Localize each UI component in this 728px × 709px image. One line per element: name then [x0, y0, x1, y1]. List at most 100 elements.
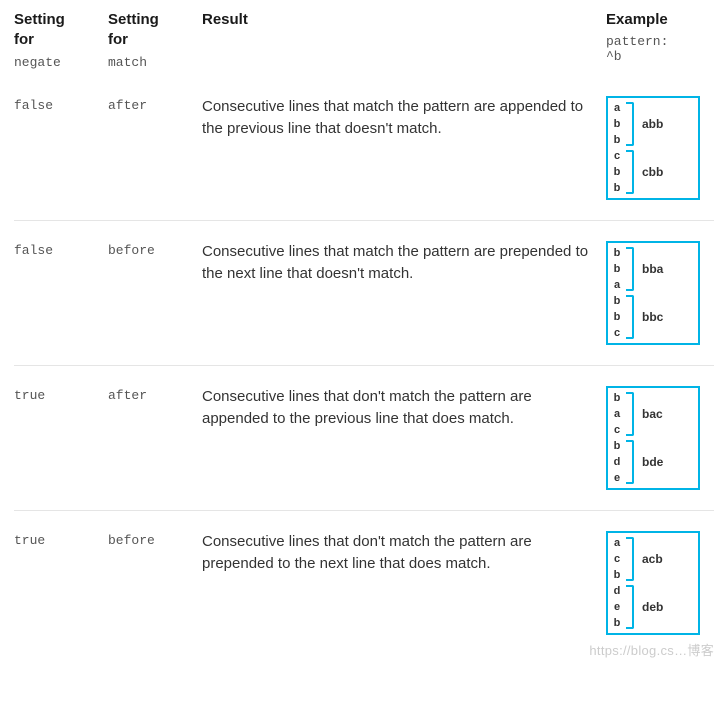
diagram-output-label: bbc [642, 310, 663, 324]
negate-value: false [14, 98, 53, 113]
diagram-input-char: b [608, 180, 626, 196]
diagram-input-char: d [608, 454, 626, 470]
cell-negate: true [14, 386, 108, 404]
header-result: Result [202, 10, 606, 70]
diagram-output-label: bde [642, 455, 663, 469]
example-diagram: acbdebacbdeb [606, 531, 700, 635]
diagram-input-char: c [608, 551, 626, 567]
diagram-input-char: b [608, 309, 626, 325]
diagram-bracket-column [626, 388, 636, 488]
cell-result: Consecutive lines that don't match the p… [202, 531, 606, 576]
diagram-input-char: e [608, 470, 626, 486]
diagram-input-column: bbabbc [608, 243, 626, 343]
table-body: false after Consecutive lines that match t… [14, 76, 714, 655]
diagram-input-char: b [608, 261, 626, 277]
bracket [626, 585, 634, 629]
diagram-input-char: c [608, 422, 626, 438]
header-negate-code: negate [14, 55, 108, 70]
result-text: Consecutive lines that don't match the p… [202, 531, 594, 576]
diagram-input-column: abbcbb [608, 98, 626, 198]
diagram-output-column: abb cbb [636, 98, 698, 198]
header-match-l1: Setting [108, 10, 202, 30]
cell-negate: false [14, 96, 108, 114]
diagram-input-column: acbdeb [608, 533, 626, 633]
cell-example: acbdebacbdeb [606, 531, 714, 635]
table-row: true after Consecutive lines that don't ma… [14, 366, 714, 511]
cell-negate: false [14, 241, 108, 259]
diagram-input-char: b [608, 567, 626, 583]
cell-result: Consecutive lines that match the pattern… [202, 241, 606, 286]
table-row: false before Consecutive lines that match … [14, 221, 714, 366]
header-negate: Setting for negate [14, 10, 108, 70]
negate-value: true [14, 533, 45, 548]
diagram-output-column: acb deb [636, 533, 698, 633]
diagram-input-char: a [608, 406, 626, 422]
bracket [626, 537, 634, 581]
header-match: Setting for match [108, 10, 202, 70]
cell-match: before [108, 241, 202, 259]
diagram-output-label: bac [642, 407, 663, 421]
bracket [626, 150, 634, 194]
cell-match: after [108, 96, 202, 114]
diagram-output-label: cbb [642, 165, 663, 179]
bracket [626, 440, 634, 484]
header-example: Example pattern: ^b [606, 10, 714, 70]
diagram-input-char: c [608, 148, 626, 164]
match-value: before [108, 243, 155, 258]
result-text: Consecutive lines that don't match the p… [202, 386, 594, 431]
diagram-input-char: b [608, 132, 626, 148]
diagram-input-char: b [608, 293, 626, 309]
diagram-output-label: abb [642, 117, 663, 131]
table-row: false after Consecutive lines that match t… [14, 76, 714, 221]
diagram-input-char: b [608, 116, 626, 132]
match-value: after [108, 98, 147, 113]
diagram-bracket-column [626, 98, 636, 198]
cell-result: Consecutive lines that don't match the p… [202, 386, 606, 431]
example-diagram: abbcbbabbcbb [606, 96, 700, 200]
header-example-code1: pattern: [606, 34, 714, 49]
header-negate-l2: for [14, 30, 108, 50]
cell-example: bbabbcbbabbc [606, 241, 714, 345]
diagram-input-char: b [608, 438, 626, 454]
bracket [626, 295, 634, 339]
bracket [626, 392, 634, 436]
cell-example: bacbdebacbde [606, 386, 714, 490]
diagram-input-char: e [608, 599, 626, 615]
header-result-label: Result [202, 10, 594, 30]
diagram-input-char: b [608, 615, 626, 631]
header-match-l2: for [108, 30, 202, 50]
cell-example: abbcbbabbcbb [606, 96, 714, 200]
diagram-input-column: bacbde [608, 388, 626, 488]
negate-value: true [14, 388, 45, 403]
diagram-input-char: c [608, 325, 626, 341]
diagram-bracket-column [626, 243, 636, 343]
negate-value: false [14, 243, 53, 258]
diagram-input-char: a [608, 277, 626, 293]
match-value: after [108, 388, 147, 403]
diagram-output-label: bba [642, 262, 663, 276]
match-value: before [108, 533, 155, 548]
diagram-bracket-column [626, 533, 636, 633]
table-row: true before Consecutive lines that don't m… [14, 511, 714, 655]
header-match-code: match [108, 55, 202, 70]
result-text: Consecutive lines that match the pattern… [202, 241, 594, 286]
cell-negate: true [14, 531, 108, 549]
bracket [626, 102, 634, 146]
bracket [626, 247, 634, 291]
cell-match: after [108, 386, 202, 404]
diagram-output-column: bba bbc [636, 243, 698, 343]
diagram-input-char: b [608, 390, 626, 406]
example-diagram: bacbdebacbde [606, 386, 700, 490]
diagram-output-column: bac bde [636, 388, 698, 488]
header-negate-l1: Setting [14, 10, 108, 30]
table-header: Setting for negate Setting for match Res… [14, 10, 714, 76]
result-text: Consecutive lines that match the pattern… [202, 96, 594, 141]
diagram-output-label: acb [642, 552, 663, 566]
diagram-input-char: a [608, 100, 626, 116]
diagram-output-label: deb [642, 600, 663, 614]
diagram-input-char: a [608, 535, 626, 551]
diagram-input-char: d [608, 583, 626, 599]
header-example-label: Example [606, 10, 714, 30]
cell-result: Consecutive lines that match the pattern… [202, 96, 606, 141]
diagram-input-char: b [608, 245, 626, 261]
